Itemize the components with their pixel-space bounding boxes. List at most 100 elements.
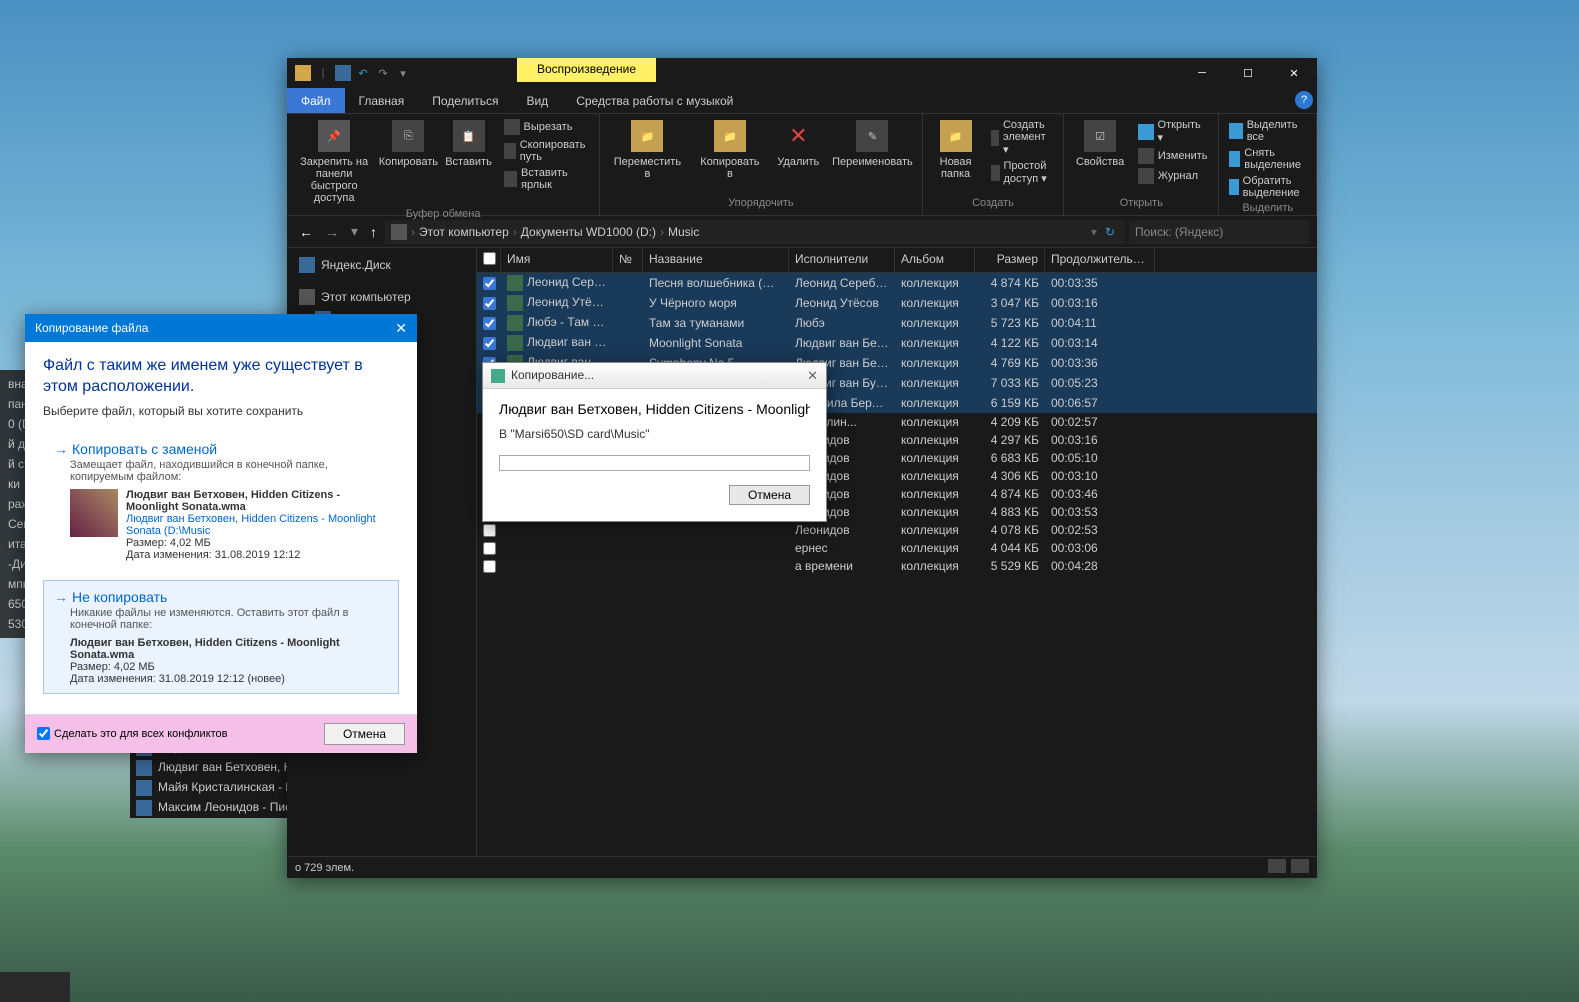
rename-button[interactable]: ✎Переименовать [831, 118, 913, 170]
newfolder-button[interactable]: 📁Новая папка [931, 118, 981, 182]
progress-titlebar[interactable]: Копирование... ✕ [483, 363, 826, 389]
ribbon: 📌Закрепить на панели быстрого доступа ⎘К… [287, 114, 1317, 216]
music-tools-tab[interactable]: Воспроизведение [517, 58, 656, 82]
file-row[interactable]: Людвиг ван Бет...Moonlight SonataЛюдвиг … [477, 333, 1317, 353]
delete-button[interactable]: ✕Удалить [773, 118, 823, 170]
conflict-titlebar[interactable]: Копирование файла ✕ [25, 314, 417, 342]
bc-drive[interactable]: Документы WD1000 (D:) [521, 225, 656, 239]
col-title[interactable]: Название [643, 248, 789, 272]
col-name[interactable]: Имя [501, 248, 613, 272]
select-all-checkbox[interactable] [483, 252, 496, 265]
moveto-button[interactable]: 📁Переместить в [608, 118, 686, 182]
up-button[interactable]: ↑ [366, 220, 381, 244]
cell-duration: 00:03:06 [1045, 540, 1155, 556]
properties-button[interactable]: ☑Свойства [1072, 118, 1127, 170]
row-checkbox[interactable] [483, 317, 496, 330]
apply-all-checkbox-label[interactable]: Сделать это для всех конфликтов [37, 727, 228, 740]
easyaccess-button[interactable]: Простой доступ ▾ [989, 159, 1056, 186]
undo-icon[interactable]: ↶ [355, 65, 371, 81]
open-button[interactable]: Открыть ▾ [1136, 118, 1210, 145]
forward-button[interactable]: → [321, 220, 343, 244]
copypath-button[interactable]: Скопировать путь [502, 138, 592, 164]
help-icon[interactable]: ? [1295, 91, 1313, 109]
back-button[interactable]: ← [295, 220, 317, 244]
source-filename: Людвиг ван Бетховен, Hidden Citizens - M… [126, 489, 388, 513]
titlebar[interactable]: | ↶ ↷ ▾ Воспроизведение ─ ☐ ✕ [287, 58, 1317, 88]
thumbnails-view-icon[interactable] [1291, 859, 1309, 873]
cell-name [501, 547, 613, 549]
paste-button[interactable]: 📋Вставить [444, 118, 494, 170]
cell-num [613, 302, 643, 304]
file-row[interactable]: Любэ - Там за т...Там за туманамиЛюбэкол… [477, 313, 1317, 333]
close-button[interactable]: ✕ [1271, 58, 1317, 88]
column-headers[interactable]: Имя № Название Исполнители Альбом Размер… [477, 248, 1317, 273]
history-button[interactable]: Журнал [1136, 167, 1210, 185]
cell-size: 4 078 КБ [975, 522, 1045, 538]
redo-icon[interactable]: ↷ [375, 65, 391, 81]
copy-button[interactable]: ⎘Копировать [381, 118, 435, 170]
details-view-icon[interactable] [1268, 859, 1286, 873]
cell-duration: 00:03:46 [1045, 486, 1155, 502]
col-artist[interactable]: Исполнители [789, 248, 895, 272]
row-checkbox[interactable] [483, 337, 496, 350]
copy-replace-option[interactable]: Копировать с заменой Замещает файл, нахо… [43, 432, 399, 570]
copy-replace-title: Копировать с заменой [54, 441, 388, 457]
shortcut-button[interactable]: Вставить ярлык [502, 166, 592, 192]
dont-copy-desc: Никакие файлы не изменяются. Оставить эт… [70, 607, 388, 631]
row-checkbox[interactable] [483, 542, 496, 555]
row-checkbox[interactable] [483, 277, 496, 290]
share-menu[interactable]: Поделиться [418, 88, 512, 113]
invert-button[interactable]: Обратить выделение [1227, 174, 1308, 200]
view-menu[interactable]: Вид [512, 88, 562, 113]
file-row[interactable]: а времениколлекция5 529 КБ00:04:28 [477, 557, 1317, 575]
file-row[interactable]: Леонид Утёсов - ...У Чёрного моряЛеонид … [477, 293, 1317, 313]
file-row[interactable]: ернесколлекция4 044 КБ00:03:06 [477, 539, 1317, 557]
newitem-button[interactable]: Создать элемент ▾ [989, 118, 1056, 157]
cut-button[interactable]: Вырезать [502, 118, 592, 136]
file-row[interactable]: Леонидовколлекция4 078 КБ00:02:53 [477, 521, 1317, 539]
conflict-cancel-button[interactable]: Отмена [324, 723, 405, 745]
cell-album: коллекция [895, 395, 975, 411]
sidebar-pc[interactable]: Этот компьютер [287, 286, 476, 308]
home-menu[interactable]: Главная [345, 88, 419, 113]
recent-dropdown[interactable]: ▾ [347, 219, 362, 244]
bc-folder[interactable]: Music [668, 225, 699, 239]
file-list[interactable]: Имя № Название Исполнители Альбом Размер… [477, 248, 1317, 856]
save-icon[interactable] [335, 65, 351, 81]
dont-copy-option[interactable]: Не копировать Никакие файлы не изменяютс… [43, 580, 399, 694]
copypath-icon [504, 143, 516, 159]
col-size[interactable]: Размер [975, 248, 1045, 272]
col-album[interactable]: Альбом [895, 248, 975, 272]
source-file-thumbnail [70, 489, 118, 537]
music-tools-menu[interactable]: Средства работы с музыкой [562, 88, 747, 113]
maximize-button[interactable]: ☐ [1225, 58, 1271, 88]
new-group-label: Создать [931, 195, 1056, 211]
copyto-button[interactable]: 📁Копировать в [695, 118, 766, 182]
cell-size: 4 209 КБ [975, 414, 1045, 430]
row-checkbox[interactable] [483, 560, 496, 573]
search-input[interactable]: Поиск: (Яндекс) [1129, 220, 1309, 244]
sidebar-yandex[interactable]: Яндекс.Диск [287, 254, 476, 276]
minimize-button[interactable]: ─ [1179, 58, 1225, 88]
file-menu[interactable]: Файл [287, 88, 345, 113]
selectnone-button[interactable]: Снять выделение [1227, 146, 1308, 172]
progress-cancel-button[interactable]: Отмена [729, 485, 810, 505]
edit-button[interactable]: Изменить [1136, 147, 1210, 165]
refresh-icon[interactable]: ↻ [1101, 225, 1119, 239]
pin-button[interactable]: 📌Закрепить на панели быстрого доступа [295, 118, 373, 206]
row-checkbox[interactable] [483, 524, 496, 537]
progress-close-button[interactable]: ✕ [807, 368, 818, 384]
selectall-button[interactable]: Выделить все [1227, 118, 1308, 144]
file-row[interactable]: Леонид Сереб...Песня волшебника (Об...Ле… [477, 273, 1317, 293]
col-num[interactable]: № [613, 248, 643, 272]
apply-all-checkbox[interactable] [37, 727, 50, 740]
row-checkbox[interactable] [483, 297, 496, 310]
breadcrumb[interactable]: › Этот компьютер › Документы WD1000 (D:)… [385, 220, 1125, 244]
cell-artist: а времени [789, 558, 895, 574]
dropdown-icon[interactable]: ▾ [395, 65, 411, 81]
history-icon [1138, 168, 1154, 184]
cell-size: 6 159 КБ [975, 395, 1045, 411]
conflict-close-button[interactable]: ✕ [395, 320, 407, 337]
bc-pc[interactable]: Этот компьютер [419, 225, 509, 239]
col-duration[interactable]: Продолжительн... [1045, 248, 1155, 272]
